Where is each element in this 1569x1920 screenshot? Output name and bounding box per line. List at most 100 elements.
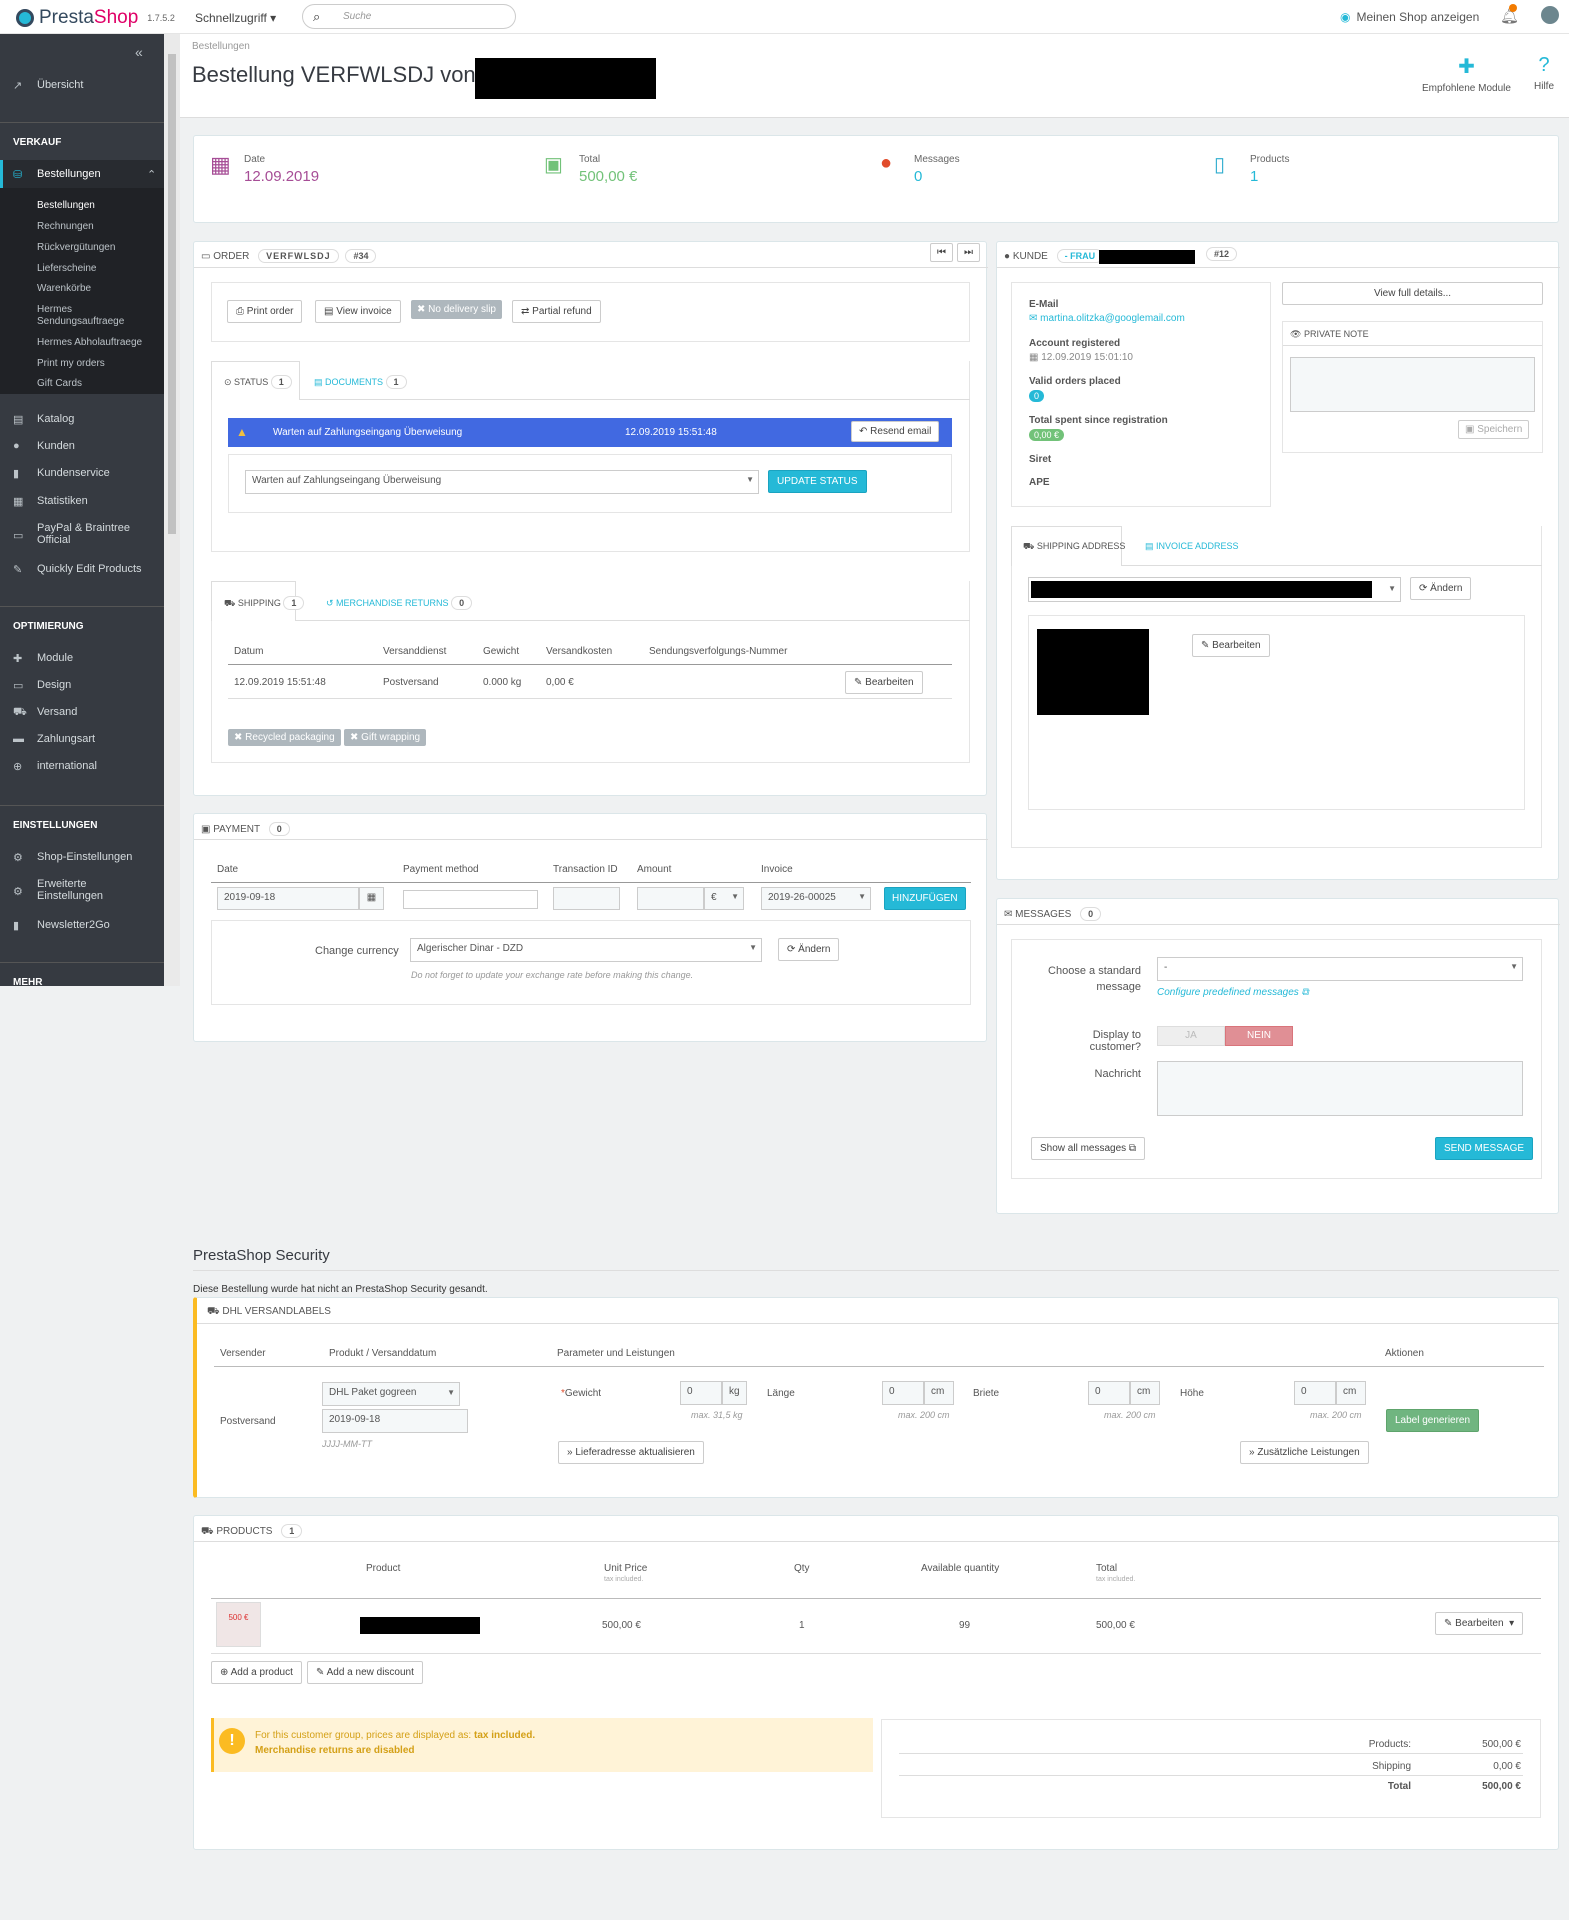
weight-input[interactable]: 0 <box>680 1381 722 1405</box>
save-note-button[interactable]: ▣ Speichern <box>1458 420 1530 439</box>
update-status-button[interactable]: UPDATE STATUS <box>768 470 867 493</box>
user-avatar[interactable] <box>1541 6 1559 24</box>
standard-message-select[interactable]: - ▼ <box>1157 957 1523 981</box>
sidebar-item-customers[interactable]: ● Kunden <box>0 440 164 452</box>
view-invoice-button[interactable]: ▤ View invoice <box>315 300 401 323</box>
sidebar-item-label: PayPal & Braintree Official <box>37 522 130 546</box>
add-product-button[interactable]: ⊕ Add a product <box>211 1661 302 1684</box>
returns-tab-count: 0 <box>451 596 473 610</box>
breadcrumb[interactable]: Bestellungen <box>192 41 250 52</box>
sidebar-item-modules[interactable]: ✚ Module <box>0 652 164 665</box>
width-input[interactable]: 0 <box>1088 1381 1130 1405</box>
no-delivery-slip-button[interactable]: ✖ No delivery slip <box>411 300 502 319</box>
send-message-button[interactable]: SEND MESSAGE <box>1435 1137 1534 1160</box>
currency-select[interactable]: € ▼ <box>704 887 744 910</box>
sidebar-item-shop-settings[interactable]: ⚙ Shop-Einstellungen <box>0 851 164 864</box>
invoice-select[interactable]: 2019-26-00025 ▼ <box>761 887 871 910</box>
sidebar-sub-hermes-pickups[interactable]: Hermes Abholauftraege <box>37 337 142 348</box>
payment-method-input[interactable] <box>403 890 538 909</box>
quick-access-menu[interactable]: Schnellzugriff ▾ <box>195 11 276 25</box>
sidebar-item-stats[interactable]: ▦ Statistiken <box>0 495 164 508</box>
length-input[interactable]: 0 <box>882 1381 924 1405</box>
sidebar-item-catalog[interactable]: ▤ Katalog <box>0 413 164 426</box>
height-input[interactable]: 0 <box>1294 1381 1336 1405</box>
sidebar-sub-hermes-shipments[interactable]: Hermes Sendungsauftraege <box>37 304 137 328</box>
change-address-button[interactable]: ⟳ Ändern <box>1410 577 1472 600</box>
print-order-button[interactable]: ⎙ Print order <box>227 300 303 323</box>
update-address-button[interactable]: » Lieferadresse aktualisieren <box>558 1441 704 1464</box>
show-all-messages-button[interactable]: Show all messages ⧉ <box>1031 1137 1146 1160</box>
status-select[interactable]: Warten auf Zahlungseingang Überweisung ▼ <box>245 470 759 494</box>
generate-label-button[interactable]: Label generieren <box>1386 1409 1480 1432</box>
sidebar-item-design[interactable]: ▭ Design <box>0 679 164 692</box>
tab-line <box>1122 565 1542 566</box>
edit-product-button[interactable]: ✎ Bearbeiten ▾ <box>1435 1612 1524 1635</box>
payment-date-input[interactable]: 2019-09-18 <box>217 887 359 910</box>
dhl-date-input[interactable]: 2019-09-18 <box>322 1409 468 1433</box>
standard-message-value: - <box>1164 962 1168 973</box>
private-note-textarea[interactable] <box>1290 357 1535 412</box>
search-input[interactable]: ⌕ Suche <box>302 4 516 29</box>
sidebar-sub-orders[interactable]: Bestellungen <box>37 200 95 211</box>
sidebar-scrollbar[interactable] <box>164 34 180 986</box>
col-amount: Amount <box>637 864 672 875</box>
sidebar-item-overview[interactable]: ↗ Übersicht <box>0 79 164 92</box>
partial-refund-label: Partial refund <box>532 306 592 317</box>
products-panel: ⛟ PRODUCTS 1 Product Unit Price tax incl… <box>193 1515 1560 1850</box>
help-button[interactable]: ? Hilfe <box>1534 54 1554 92</box>
panel-divider <box>997 924 1560 925</box>
calendar-icon[interactable]: ▦ <box>359 887 384 910</box>
customer-email-link[interactable]: ✉ martina.olitzka@googlemail.com <box>1029 313 1185 324</box>
sidebar-item-newsletter[interactable]: ▮ Newsletter2Go <box>0 919 164 932</box>
merchandise-returns-tab[interactable]: ↺ MERCHANDISE RETURNS 0 <box>326 596 473 610</box>
currency-value: € <box>711 892 717 903</box>
prestashop-logo[interactable]: PrestaShop 1.7.5.2 <box>16 7 175 29</box>
table-header-line <box>211 1598 1541 1599</box>
partial-refund-button[interactable]: ⇄ Partial refund <box>512 300 601 323</box>
dhl-product-select[interactable]: DHL Paket gogreen ▼ <box>322 1382 460 1406</box>
chevron-up-icon: ⌃ <box>147 169 157 181</box>
scrollbar-thumb[interactable] <box>168 54 176 534</box>
documents-tab[interactable]: ▤ DOCUMENTS 1 <box>314 375 407 389</box>
extra-services-button[interactable]: » Zusätzliche Leistungen <box>1240 1441 1369 1464</box>
sidebar-sub-gift-cards[interactable]: Gift Cards <box>37 378 82 389</box>
help-icon: ? <box>1538 54 1550 76</box>
sidebar-sub-delivery-slips[interactable]: Lieferscheine <box>37 263 96 274</box>
sidebar-sub-refunds[interactable]: Rückvergütungen <box>37 242 115 253</box>
recommended-modules-button[interactable]: ✚ Empfohlene Module <box>1422 54 1511 94</box>
view-full-details-button[interactable]: View full details... <box>1282 282 1543 305</box>
display-yes-toggle[interactable]: JA <box>1157 1026 1225 1046</box>
change-currency-select[interactable]: Algerischer Dinar - DZD ▼ <box>410 938 762 962</box>
display-no-toggle[interactable]: NEIN <box>1225 1026 1293 1046</box>
resend-email-button[interactable]: ↶ Resend email <box>851 421 940 442</box>
sidebar-item-customer-service[interactable]: ▮ Kundenservice <box>0 467 164 480</box>
chat-icon: ▮ <box>13 468 20 480</box>
kpi-date-label: Date <box>244 154 266 165</box>
add-payment-button[interactable]: HINZUFÜGEN <box>884 887 966 910</box>
truck-icon: ⛟ <box>13 706 27 718</box>
amount-input[interactable] <box>637 887 704 910</box>
previous-order-button[interactable]: ⏮ <box>930 243 953 262</box>
invoice-address-tab[interactable]: ▤ INVOICE ADDRESS <box>1145 541 1239 552</box>
sidebar-sub-carts[interactable]: Warenkörbe <box>37 283 91 294</box>
sidebar-item-shipping[interactable]: ⛟ Versand <box>0 706 164 718</box>
sidebar-item-quick-edit[interactable]: ✎ Quickly Edit Products <box>0 563 164 576</box>
change-currency-button[interactable]: ⟳ Ändern <box>778 938 840 961</box>
sidebar-sub-invoices[interactable]: Rechnungen <box>37 221 94 232</box>
sidebar-item-payment[interactable]: ▬ Zahlungsart <box>0 733 164 745</box>
edit-shipping-button[interactable]: ✎ Bearbeiten <box>845 671 923 694</box>
message-textarea[interactable] <box>1157 1061 1523 1116</box>
next-order-button[interactable]: ⏭ <box>957 243 980 262</box>
add-discount-button[interactable]: ✎ Add a new discount <box>307 1661 423 1684</box>
collapse-sidebar-icon[interactable]: « <box>135 44 143 60</box>
sidebar-sub-print-orders[interactable]: Print my orders <box>37 358 105 369</box>
notifications-button[interactable]: 🔔︎ <box>1500 4 1519 25</box>
sidebar-item-international[interactable]: ⊕ international <box>0 760 164 773</box>
view-shop-link[interactable]: ◉ Meinen Shop anzeigen <box>1340 10 1479 24</box>
sidebar-item-paypal[interactable]: ▭ PayPal & Braintree Official <box>0 522 164 546</box>
edit-address-button[interactable]: ✎ Bearbeiten <box>1192 634 1270 657</box>
sidebar-item-advanced[interactable]: ⚙ Erweiterte Einstellungen <box>0 878 164 902</box>
transaction-id-input[interactable] <box>553 887 620 910</box>
configure-messages-link[interactable]: Configure predefined messages ⧉ <box>1157 987 1309 998</box>
product-thumbnail[interactable]: 500 € <box>216 1602 261 1647</box>
